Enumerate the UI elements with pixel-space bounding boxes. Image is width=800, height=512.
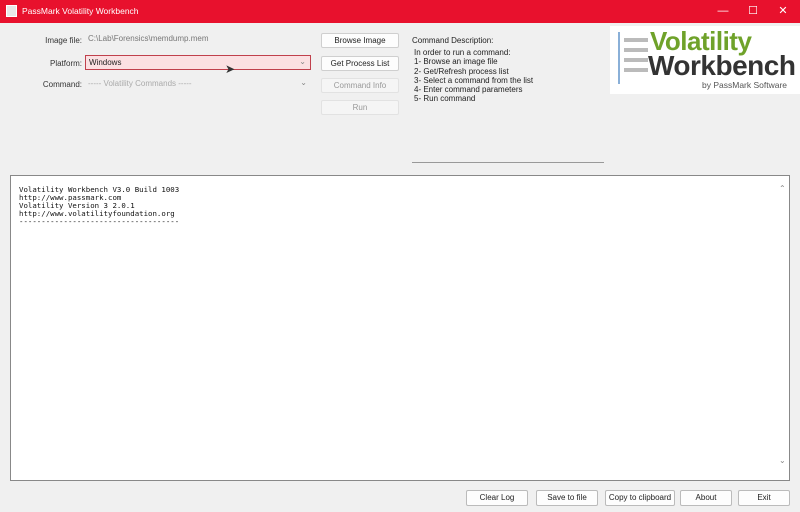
description-line: 5- Run command <box>414 94 476 104</box>
command-description-label: Command Description: <box>412 36 494 45</box>
command-description-box: In order to run a command: 1- Browse an … <box>412 48 604 163</box>
log-text: Volatility Workbench V3.0 Build 1003 htt… <box>19 185 180 226</box>
volatility-workbench-logo: Volatility Workbench by PassMark Softwar… <box>610 26 800 94</box>
run-button[interactable]: Run <box>321 100 399 115</box>
about-button[interactable]: About <box>680 490 732 506</box>
tree-icon <box>618 32 648 84</box>
browse-image-button[interactable]: Browse Image <box>321 33 399 48</box>
command-label: Command: <box>42 80 82 89</box>
scroll-up-icon[interactable]: ⌃ <box>779 184 786 193</box>
logo-byline: by PassMark Software <box>702 80 788 90</box>
description-line: 3- Select a command from the list <box>414 75 534 85</box>
command-select[interactable]: ----- Volatility Commands ----- ⌄ <box>85 77 311 92</box>
chevron-down-icon: ⌄ <box>299 57 306 66</box>
image-file-label: Image file: <box>45 36 82 45</box>
description-line: 2- Get/Refresh process list <box>414 66 509 76</box>
window-title: PassMark Volatility Workbench <box>22 6 139 16</box>
platform-select[interactable]: Windows ⌄ <box>85 55 311 70</box>
exit-button[interactable]: Exit <box>738 490 790 506</box>
title-bar: PassMark Volatility Workbench — ☐ ✕ <box>0 0 800 23</box>
mouse-cursor-icon: ➤ <box>225 62 236 76</box>
vertical-scrollbar[interactable]: ⌃ ⌄ <box>776 176 789 480</box>
description-line: 4- Enter command parameters <box>414 85 523 95</box>
description-line: In order to run a command: <box>414 48 511 57</box>
output-log[interactable]: Volatility Workbench V3.0 Build 1003 htt… <box>10 175 790 481</box>
save-to-file-button[interactable]: Save to file <box>536 490 598 506</box>
chevron-down-icon: ⌄ <box>300 78 307 87</box>
get-process-list-button[interactable]: Get Process List <box>321 56 399 71</box>
description-line: 1- Browse an image file <box>414 57 498 67</box>
platform-value: Windows <box>89 58 122 67</box>
maximize-button[interactable]: ☐ <box>738 0 768 23</box>
clear-log-button[interactable]: Clear Log <box>466 490 528 506</box>
image-file-field[interactable]: C:\Lab\Forensics\memdump.mem <box>85 32 311 47</box>
logo-line2: Workbench <box>648 50 796 81</box>
command-value: ----- Volatility Commands ----- <box>88 79 192 88</box>
command-info-button[interactable]: Command Info <box>321 78 399 93</box>
scroll-down-icon[interactable]: ⌄ <box>779 456 786 465</box>
copy-to-clipboard-button[interactable]: Copy to clipboard <box>605 490 675 506</box>
platform-label: Platform: <box>49 59 82 68</box>
close-button[interactable]: ✕ <box>768 0 798 23</box>
app-icon <box>6 5 17 17</box>
minimize-button[interactable]: — <box>708 0 738 23</box>
